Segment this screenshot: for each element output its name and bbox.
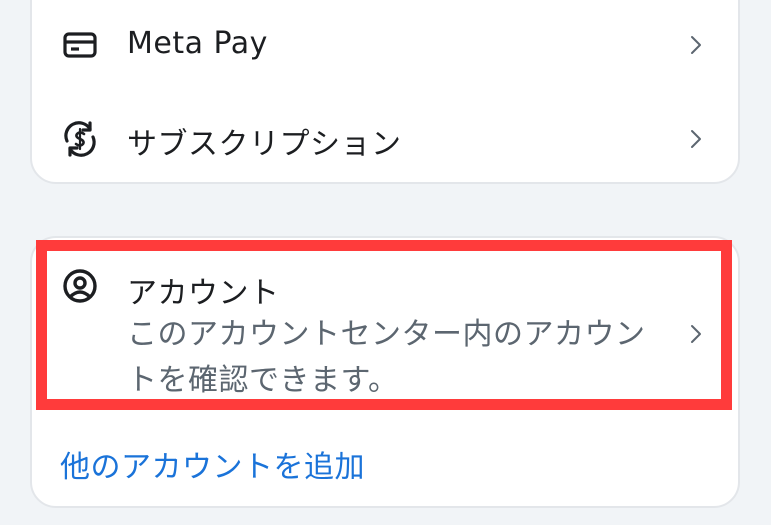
subscription-dollar-icon <box>60 119 100 159</box>
chevron-right-icon <box>686 35 706 55</box>
user-circle-icon <box>60 266 100 306</box>
meta-pay-label: Meta Pay <box>127 26 268 61</box>
payments-card: Meta Pay サブスクリプション <box>30 0 740 184</box>
account-row[interactable]: アカウント このアカウントセンター内のアカウントを確認できます。 <box>32 246 738 406</box>
account-title: アカウント <box>127 276 280 311</box>
accounts-card: アカウント このアカウントセンター内のアカウントを確認できます。 他のアカウント… <box>30 236 740 508</box>
subscriptions-row[interactable]: サブスクリプション <box>32 92 738 184</box>
chevron-right-icon <box>686 129 706 149</box>
chevron-right-icon <box>686 324 706 344</box>
subscriptions-label: サブスクリプション <box>127 127 402 162</box>
settings-page: Meta Pay サブスクリプション アカウント このアカウントセンター内のアカ… <box>0 0 771 525</box>
card-icon <box>60 25 100 65</box>
meta-pay-row[interactable]: Meta Pay <box>32 2 738 90</box>
account-description: このアカウントセンター内のアカウントを確認できます。 <box>127 317 646 398</box>
add-account-link[interactable]: 他のアカウントを追加 <box>60 442 365 486</box>
